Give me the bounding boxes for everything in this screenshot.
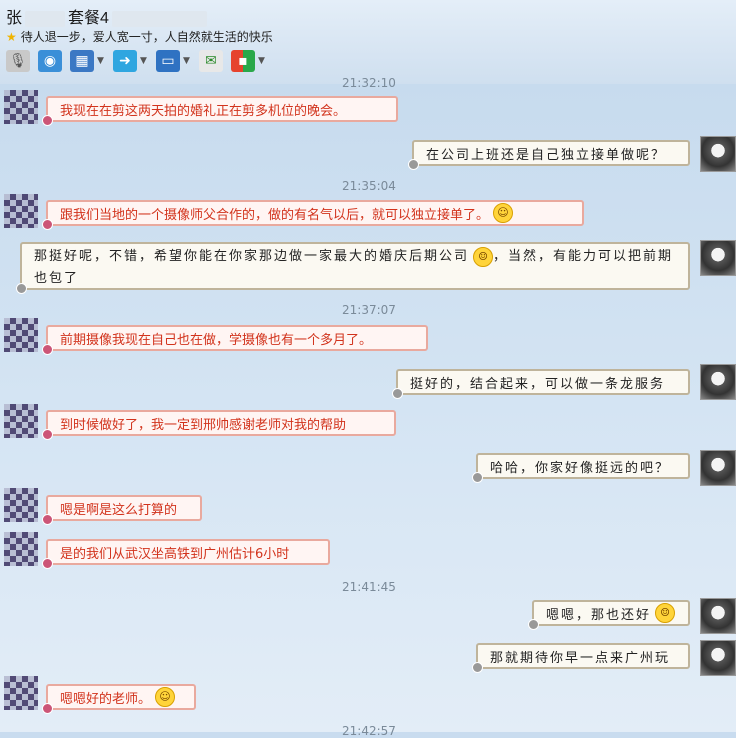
redacted-name [25, 10, 66, 27]
screen-share-icon: ▭ [156, 50, 180, 72]
video-call-icon: ◉ [38, 50, 62, 72]
message-text: 嗯嗯，那也还好 [546, 607, 652, 623]
message-text: 前期摄像我现在自己也在做，学摄像也有一个多月了。 [60, 332, 373, 348]
message-incoming: 前期摄像我现在自己也在做，学摄像也有一个多月了。 [42, 325, 428, 355]
pin-icon [42, 115, 53, 126]
remote-assist-button[interactable]: ▦ ▼ [70, 50, 105, 72]
message-text: 嗯嗯好的老师。 [60, 691, 152, 707]
message-incoming: 嗯嗯好的老师。 ☺ [42, 684, 196, 714]
message-outgoing: 嗯嗯，那也还好 ☺ [528, 600, 690, 630]
toolbar: 🎙 ◉ ▦ ▼ ➜ ▼ ▭ ▼ ✉ ▪ ▼ [6, 50, 266, 72]
apps-icon: ▪ [231, 50, 255, 72]
chevron-down-icon[interactable]: ▼ [140, 56, 148, 66]
timestamp: 21:42:57 [342, 724, 396, 738]
contact-avatar[interactable] [4, 532, 38, 566]
message-incoming: 我现在在剪这两天拍的婚礼正在剪多机位的晚会。 [42, 96, 398, 126]
apps-button[interactable]: ▪ ▼ [231, 50, 266, 72]
pin-icon [472, 662, 483, 673]
sms-button[interactable]: ✉ [199, 50, 223, 72]
message-text: 挺好的，结合起来，可以做一条龙服务 [410, 376, 666, 392]
message-outgoing: 哈哈，你家好像挺远的吧？ [472, 453, 690, 483]
message-incoming: 到时候做好了，我一定到邢帅感谢老师对我的帮助 [42, 410, 396, 440]
pin-icon [42, 703, 53, 714]
smile-emoji-icon: ☺ [655, 603, 676, 623]
contact-avatar[interactable] [4, 194, 38, 228]
message-outgoing: 挺好的，结合起来，可以做一条龙服务 [392, 369, 690, 399]
contact-package: 套餐4 [68, 10, 109, 27]
message-text: 嗯是啊是这么打算的 [60, 502, 178, 518]
contact-avatar[interactable] [4, 318, 38, 352]
contact-name: 张 [6, 10, 23, 27]
file-transfer-icon: ➜ [113, 50, 137, 72]
contact-signature: ★ 待人退一步，爱人宽一寸，人自然就生活的快乐 [6, 28, 273, 45]
my-avatar[interactable] [700, 136, 736, 172]
pin-icon [42, 429, 53, 440]
redacted-detail [111, 10, 207, 27]
grin-emoji-icon: ☺ [493, 203, 514, 223]
message-incoming: 是的我们从武汉坐高铁到广州估计6小时 [42, 539, 330, 569]
message-text: 跟我们当地的一个摄像师父合作的，做的有名气以后，就可以独立接单了。 [60, 207, 490, 223]
pin-icon [42, 344, 53, 355]
chevron-down-icon[interactable]: ▼ [97, 56, 105, 66]
my-avatar[interactable] [700, 598, 736, 634]
contact-avatar[interactable] [4, 488, 38, 522]
message-outgoing: 那挺好呢，不错，希望你能在你家那边做一家最大的婚庆后期公司 ☺ ，当然，有能力可以把… [16, 242, 690, 294]
contact-avatar[interactable] [4, 404, 38, 438]
my-avatar[interactable] [700, 450, 736, 486]
message-text: 那就期待你早一点来广州玩 [490, 650, 671, 666]
pin-icon [16, 283, 27, 294]
signature-text: 待人退一步，爱人宽一寸，人自然就生活的快乐 [20, 30, 273, 44]
remote-screen-icon: ▦ [70, 50, 94, 72]
message-text: 在公司上班还是自己独立接单做呢？ [426, 147, 667, 163]
pin-icon [42, 558, 53, 569]
chat-history[interactable]: 21:32:10 我现在在剪这两天拍的婚礼正在剪多机位的晚会。 在公司上班还是自… [0, 76, 736, 738]
message-outgoing: 那就期待你早一点来广州玩 [472, 643, 690, 673]
star-icon: ★ [6, 30, 17, 44]
window-header: 张 套餐4 ★ 待人退一步，爱人宽一寸，人自然就生活的快乐 🎙 ◉ ▦ ▼ ➜ ▼ … [0, 0, 736, 85]
pin-icon [42, 514, 53, 525]
video-call-button[interactable]: ◉ [38, 50, 62, 72]
pin-icon [472, 472, 483, 483]
message-outgoing: 在公司上班还是自己独立接单做呢？ [408, 140, 690, 170]
chevron-down-icon[interactable]: ▼ [258, 56, 266, 66]
contact-avatar[interactable] [4, 90, 38, 124]
contact-avatar[interactable] [4, 676, 38, 710]
microphone-icon: 🎙 [6, 50, 30, 72]
grin-emoji-icon: ☺ [155, 687, 176, 707]
timestamp: 21:35:04 [342, 179, 396, 193]
contact-title: 张 套餐4 [6, 4, 210, 28]
my-avatar[interactable] [700, 364, 736, 400]
my-avatar[interactable] [700, 240, 736, 276]
my-avatar[interactable] [700, 640, 736, 676]
file-transfer-button[interactable]: ➜ ▼ [113, 50, 148, 72]
pin-icon [42, 219, 53, 230]
pin-icon [408, 159, 419, 170]
screen-share-button[interactable]: ▭ ▼ [156, 50, 191, 72]
timestamp: 21:32:10 [342, 76, 396, 90]
timestamp: 21:41:45 [342, 580, 396, 594]
message-text: 那挺好呢，不错，希望你能在你家那边做一家最大的婚庆后期公司 ☺ ，当然，有能力可以把… [34, 247, 674, 286]
message-incoming: 跟我们当地的一个摄像师父合作的，做的有名气以后，就可以独立接单了。 ☺ [42, 200, 584, 230]
message-text: 是的我们从武汉坐高铁到广州估计6小时 [60, 546, 290, 562]
pin-icon [392, 388, 403, 399]
voice-call-button[interactable]: 🎙 [6, 50, 30, 72]
message-text: 我现在在剪这两天拍的婚礼正在剪多机位的晚会。 [60, 103, 347, 119]
chevron-down-icon[interactable]: ▼ [183, 56, 191, 66]
message-text: 哈哈，你家好像挺远的吧？ [490, 460, 671, 476]
timestamp: 21:37:07 [342, 303, 396, 317]
sms-icon: ✉ [199, 50, 223, 72]
message-incoming: 嗯是啊是这么打算的 [42, 495, 202, 525]
pin-icon [528, 619, 539, 630]
message-text: 到时候做好了，我一定到邢帅感谢老师对我的帮助 [60, 417, 347, 433]
smile-emoji-icon: ☺ [473, 247, 494, 267]
